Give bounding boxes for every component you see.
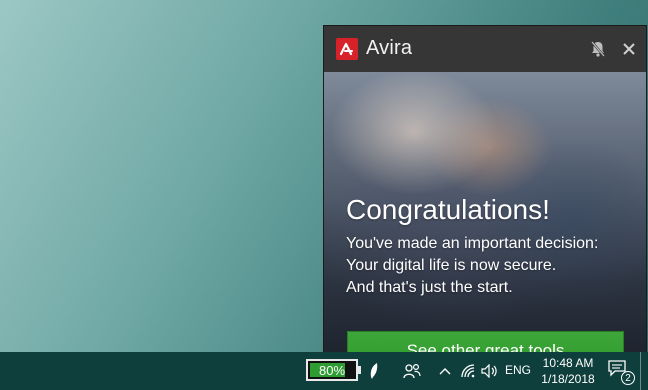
notification-count-badge: 2	[621, 371, 635, 385]
clock-date: 1/18/2018	[541, 372, 595, 386]
volume-icon	[481, 364, 497, 378]
avira-logo-icon	[336, 38, 358, 60]
people-icon	[403, 363, 421, 379]
close-icon	[623, 43, 635, 55]
hero-image: Congratulations! You've made an importan…	[324, 72, 646, 352]
battery-indicator[interactable]: 80%	[306, 359, 358, 381]
brand-title: Avira	[366, 37, 413, 59]
chevron-up-icon	[439, 368, 451, 375]
avira-notification-popup: Avira Congratulations! You've made an im…	[324, 26, 646, 352]
battery-label: 80%	[318, 362, 346, 378]
clock[interactable]: 10:48 AM 1/18/2018	[537, 355, 599, 387]
show-hidden-icons-button[interactable]	[437, 352, 453, 390]
headline: Congratulations!	[346, 194, 550, 225]
body-line: You've made an important decision:	[346, 235, 599, 252]
mute-notifications-button[interactable]	[588, 39, 608, 59]
body-line: Your digital life is now secure.	[346, 257, 557, 274]
bell-muted-icon	[591, 41, 605, 57]
body-text: You've made an important decision: Your …	[346, 233, 636, 299]
see-other-tools-button[interactable]: See other great tools	[347, 331, 624, 352]
show-desktop-button[interactable]	[640, 352, 641, 390]
language-indicator[interactable]: ENG	[505, 363, 531, 377]
action-center-button[interactable]: 2	[607, 359, 635, 385]
clock-time: 10:48 AM	[542, 356, 594, 370]
feather-tray-button[interactable]	[366, 352, 382, 390]
people-button[interactable]	[400, 352, 424, 390]
network-button[interactable]	[460, 352, 478, 390]
battery-icon	[358, 366, 361, 374]
close-button[interactable]	[619, 39, 639, 59]
body-line: And that's just the start.	[346, 279, 513, 296]
popup-header: Avira	[324, 26, 646, 72]
volume-button[interactable]	[481, 352, 499, 390]
wifi-icon	[461, 364, 475, 378]
feather-icon	[370, 363, 378, 379]
